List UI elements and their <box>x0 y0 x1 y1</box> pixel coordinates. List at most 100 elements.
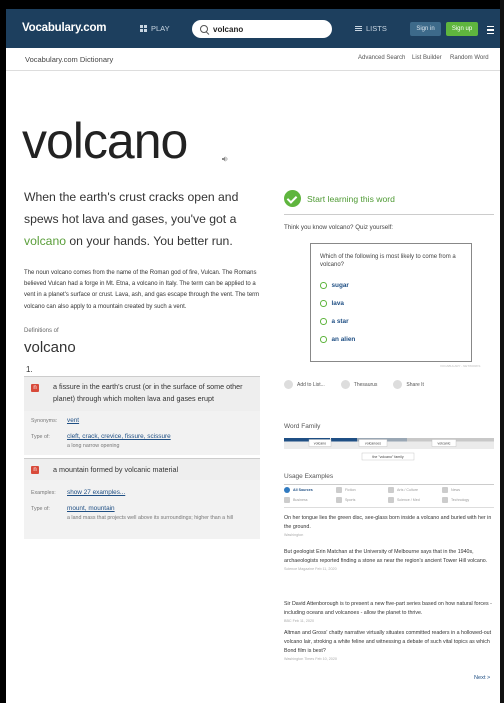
sign-up-button[interactable]: Sign up <box>446 22 478 36</box>
type-of-description: a long narrow opening <box>67 443 120 449</box>
example-text: Altman and Gross' chatty narrative virtu… <box>284 630 492 654</box>
screen-border <box>500 0 504 703</box>
definitions-label: Definitions of <box>24 328 59 334</box>
headword: volcano <box>22 113 188 169</box>
definitions-word: volcano <box>24 339 76 356</box>
highlighted-word: volcano <box>24 234 67 248</box>
synonyms-label: Synonyms: <box>31 418 58 424</box>
search-box <box>192 20 332 38</box>
search-input[interactable] <box>213 24 323 34</box>
example-source[interactable]: Science Magazine Feb 11, 2020 <box>284 567 494 571</box>
chip-icon <box>442 497 448 503</box>
type-of-links[interactable]: mount, mountain <box>67 505 115 512</box>
type-of-description: a land mass that projects well above its… <box>67 515 234 521</box>
globe-icon <box>284 487 290 493</box>
radio-icon <box>320 300 327 307</box>
definition-sense: n a mountain formed by volcanic material… <box>24 458 260 539</box>
tab-business[interactable]: Business <box>284 497 308 503</box>
sense-group-number: 1. <box>26 365 33 374</box>
synonym-link[interactable]: vent <box>67 417 79 424</box>
radio-icon <box>320 318 327 325</box>
word-actions: Add to List... Thesaurus Share It <box>284 380 424 389</box>
word-family-title: Word Family <box>284 423 321 430</box>
example-source[interactable]: Washington Times Feb 10, 2020 <box>284 657 494 661</box>
quiz-card: Which of the following is most likely to… <box>310 243 472 362</box>
play-link[interactable]: PLAY <box>140 24 170 33</box>
family-word: volcano <box>314 442 326 446</box>
thesaurus-icon <box>340 380 350 389</box>
radio-icon <box>320 336 327 343</box>
tab-arts-culture[interactable]: Arts / Culture <box>388 487 418 493</box>
usage-example: But geologist Erin Matchan at the Univer… <box>284 548 494 571</box>
quiz-option[interactable]: an alien <box>320 336 355 343</box>
usage-example: On her tongue lies the green disc, see-g… <box>284 514 494 537</box>
example-text: On her tongue lies the green disc, see-g… <box>284 515 492 530</box>
usage-example: Sir David Attenborough is to present a n… <box>284 600 494 623</box>
type-of-label: Type of: <box>31 506 50 512</box>
random-word-link[interactable]: Random Word <box>450 55 489 61</box>
divider <box>284 507 494 508</box>
screen-border <box>0 0 6 703</box>
lists-label: LISTS <box>366 24 387 33</box>
quiz-option[interactable]: lava <box>320 300 344 307</box>
type-of-links[interactable]: cleft, crack, crevice, fissure, scissure <box>67 433 171 440</box>
family-label: the "volcano" family <box>372 455 404 459</box>
add-to-list-button[interactable]: Add to List... <box>284 380 325 389</box>
tab-news[interactable]: News <box>442 487 460 493</box>
dictionary-title[interactable]: Vocabulary.com Dictionary <box>25 55 113 64</box>
share-button[interactable]: Share It <box>393 380 424 389</box>
start-learning-button[interactable]: Start learning this word <box>284 190 395 207</box>
start-learning-label: Start learning this word <box>307 193 395 204</box>
tab-science-med[interactable]: Science / Med <box>388 497 420 503</box>
part-of-speech-badge: n <box>31 466 39 474</box>
short-description: When the earth's crust cracks open and s… <box>24 190 239 248</box>
newspaper-icon <box>442 487 448 493</box>
share-icon <box>393 380 403 389</box>
definition-text: a fissure in the earth's crust (or in th… <box>53 382 243 403</box>
palette-icon <box>388 487 394 493</box>
next-page-link[interactable]: Next > <box>474 675 490 681</box>
tab-all-sources[interactable]: All Sources <box>284 487 313 493</box>
checkmark-icon <box>284 190 301 207</box>
tab-sports[interactable]: Sports <box>336 497 355 503</box>
part-of-speech-badge: n <box>31 384 39 392</box>
quiz-footnote: VOCABULARY - NETWORKS <box>440 364 481 368</box>
add-to-list-icon <box>284 380 293 389</box>
radio-icon <box>320 282 327 289</box>
list-builder-link[interactable]: List Builder <box>412 55 442 61</box>
examples-label: Examples: <box>31 490 56 496</box>
family-word: volcanoes <box>365 442 381 446</box>
quiz-option[interactable]: a star <box>320 318 349 325</box>
flask-icon <box>388 497 394 503</box>
show-examples-link[interactable]: show 27 examples... <box>67 489 125 496</box>
speaker-icon[interactable] <box>222 156 229 162</box>
tab-technology[interactable]: Technology <box>442 497 469 503</box>
briefcase-icon <box>284 497 290 503</box>
hamburger-menu-icon[interactable] <box>487 26 494 34</box>
example-source[interactable]: Washington <box>284 533 494 537</box>
sign-in-button[interactable]: Sign in <box>410 22 441 36</box>
example-source[interactable]: BBC Feb 11, 2020 <box>284 619 494 623</box>
advanced-search-link[interactable]: Advanced Search <box>358 55 405 61</box>
quiz-question: Which of the following is most likely to… <box>320 254 456 268</box>
quiz-option[interactable]: sugar <box>320 282 349 289</box>
list-icon <box>355 26 362 31</box>
search-icon <box>200 25 208 33</box>
usage-example: Altman and Gross' chatty narrative virtu… <box>284 629 494 661</box>
quiz-prompt: Think you know volcano? Quiz yourself: <box>284 224 394 231</box>
tab-fiction[interactable]: Fiction <box>336 487 356 493</box>
thesaurus-button[interactable]: Thesaurus <box>340 380 377 389</box>
word-family-chart: volcano volcanoes volcanic the "volcano"… <box>284 438 494 461</box>
dictionary-subnav: Vocabulary.com Dictionary Advanced Searc… <box>6 48 500 71</box>
divider <box>284 484 494 485</box>
lists-link[interactable]: LISTS <box>355 24 387 33</box>
family-word: volcanic <box>438 442 451 446</box>
ball-icon <box>336 497 342 503</box>
type-of-label: Type of: <box>31 434 50 440</box>
top-nav-bar: Vocabulary.com PLAY LISTS Sign in Sign u… <box>6 9 500 48</box>
long-description: The noun volcano comes from the name of … <box>24 270 260 310</box>
site-logo[interactable]: Vocabulary.com <box>22 22 107 34</box>
screen-border <box>0 0 504 9</box>
usage-examples-title: Usage Examples <box>284 473 334 480</box>
example-text: But geologist Erin Matchan at the Univer… <box>284 549 488 564</box>
